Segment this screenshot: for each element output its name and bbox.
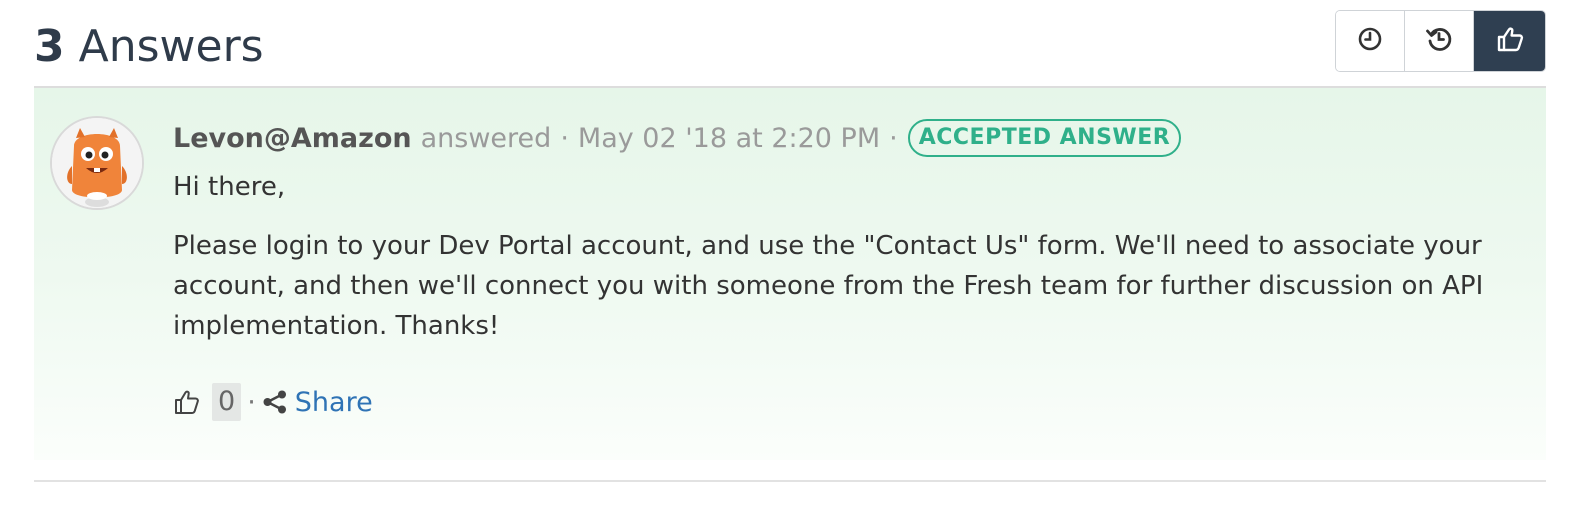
actions-separator: · xyxy=(247,386,256,418)
vote-count: 0 xyxy=(212,383,242,421)
sort-button-group xyxy=(1335,10,1546,72)
accepted-answer-card: Levon@Amazon answered · May 02 '18 at 2:… xyxy=(34,88,1546,460)
answer-meta: Levon@Amazon answered · May 02 '18 at 2:… xyxy=(173,118,1182,158)
answer-actions: 0 · Share xyxy=(173,382,373,422)
share-link[interactable]: Share xyxy=(262,387,373,418)
mascot-avatar-icon xyxy=(52,118,142,208)
avatar[interactable] xyxy=(50,116,144,210)
thumbs-up-icon xyxy=(1495,24,1525,59)
share-label: Share xyxy=(294,386,373,418)
accepted-answer-badge: ACCEPTED ANSWER xyxy=(907,119,1182,157)
meta-separator: · xyxy=(560,122,569,154)
sort-by-activity-button[interactable] xyxy=(1405,11,1474,71)
thumbs-up-icon xyxy=(175,390,199,414)
answer-count: 3 xyxy=(34,21,65,72)
clock-icon xyxy=(1357,26,1383,57)
answers-label: Answers xyxy=(78,21,264,72)
sort-by-newest-button[interactable] xyxy=(1336,11,1405,71)
answer-action: answered xyxy=(420,122,552,154)
divider xyxy=(34,480,1546,482)
share-icon xyxy=(262,389,288,415)
answer-body: Please login to your Dev Portal account,… xyxy=(173,231,1484,341)
answer-greeting: Hi there, xyxy=(173,172,286,202)
answer-timestamp: May 02 '18 at 2:20 PM xyxy=(577,122,881,154)
answers-header: 3 Answers xyxy=(34,0,1546,88)
meta-separator: · xyxy=(889,122,898,154)
like-button[interactable] xyxy=(173,387,201,417)
author-name[interactable]: Levon@Amazon xyxy=(173,123,412,154)
history-icon xyxy=(1425,25,1453,58)
answers-heading: 3 Answers xyxy=(34,22,264,72)
sort-by-votes-button[interactable] xyxy=(1474,11,1545,71)
